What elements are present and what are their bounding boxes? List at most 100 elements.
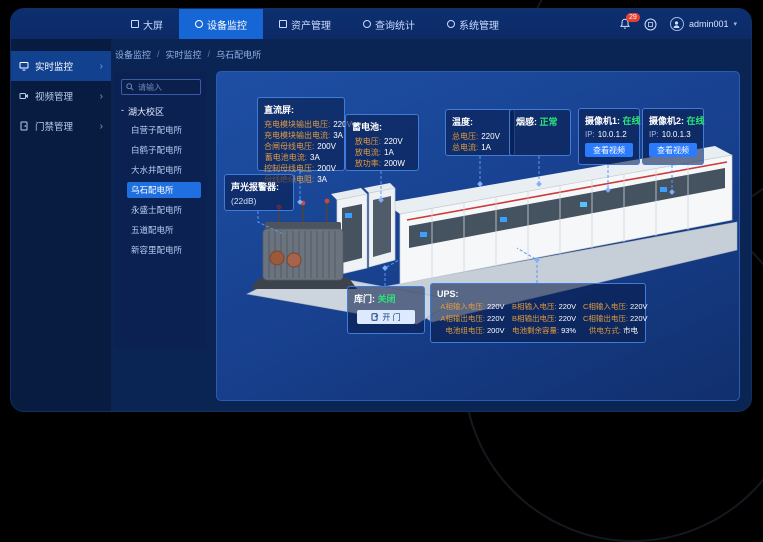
tree-node[interactable]: 永盛士配电所 — [127, 202, 201, 218]
callout-ups: UPS: A相输入电压:220V B相输入电压:220V C相输入电压:220V… — [430, 283, 646, 343]
sidebar-item-video-management[interactable]: 视频管理 › — [11, 81, 111, 111]
metric-value: 3A — [310, 152, 338, 163]
view-video-button[interactable]: 查看视频 — [649, 143, 697, 157]
metric-label: 蓄电池电流: — [264, 152, 307, 163]
tab-label: 设备监控 — [207, 17, 247, 32]
video-icon — [19, 91, 29, 101]
callout-camera-2: 摄像机2: 在线 IP:10.0.1.3 查看视频 — [642, 108, 704, 165]
username: admin001 — [689, 19, 729, 29]
metric-label: A相输出电压: — [437, 314, 485, 324]
metric-value: 220V — [630, 314, 648, 324]
status-badge: 正常 — [540, 117, 558, 127]
tab-query-statistics[interactable]: 查询统计 — [347, 9, 431, 39]
metric-label: 放电流: — [352, 147, 381, 158]
ip-value: 10.0.1.2 — [598, 130, 627, 139]
metric-label: A相输入电压: — [437, 302, 485, 312]
collapse-icon: - — [121, 105, 124, 118]
metric-label: 总电压: — [452, 131, 478, 142]
tab-device-monitoring[interactable]: 设备监控 — [179, 9, 263, 39]
tree-root-node[interactable]: - 湖大校区 — [121, 105, 201, 118]
breadcrumb: 设备监控 / 实时监控 / 乌石配电所 — [115, 43, 261, 65]
left-sidebar: 实时监控 › 视频管理 › 门禁管理 › — [11, 39, 111, 411]
sidebar-item-access-control[interactable]: 门禁管理 › — [11, 111, 111, 141]
tab-system-management[interactable]: 系统管理 — [431, 9, 515, 39]
notification-badge: 29 — [626, 13, 640, 22]
chevron-right-icon: › — [100, 91, 103, 102]
monitor-icon — [195, 20, 203, 28]
metric-value: 200V — [317, 141, 338, 152]
metric-label: 控制母线电压: — [264, 163, 314, 174]
callout-title: 摄像机2: — [649, 116, 684, 126]
metric-value: 220V — [487, 302, 509, 312]
callout-dc-panel: 直流屏: 充电模块输出电压:220V 充电模块输出电流:3A 合闸母线电压:20… — [257, 97, 345, 171]
callout-camera-1: 摄像机1: 在线 IP:10.0.1.2 查看视频 — [578, 108, 640, 165]
metric-label: 电池剩余容量: — [512, 326, 559, 336]
sidebar-item-realtime-monitoring[interactable]: 实时监控 › — [11, 51, 111, 81]
ups-grid: A相输入电压:220V B相输入电压:220V C相输入电压:220V A相输出… — [437, 302, 639, 336]
status-badge: 在线 — [623, 116, 641, 126]
callout-title: 蓄电池: — [352, 120, 412, 133]
top-nav-tabs: 大屏 设备监控 资产管理 查询统计 系统管理 — [115, 9, 515, 39]
substation-3d-panel: 直流屏: 充电模块输出电压:220V 充电模块输出电流:3A 合闸母线电压:20… — [216, 71, 740, 401]
sidebar-item-label: 门禁管理 — [35, 119, 94, 133]
callout-title: 直流屏: — [264, 103, 338, 116]
tab-asset-management[interactable]: 资产管理 — [263, 9, 347, 39]
breadcrumb-item[interactable]: 乌石配电所 — [216, 48, 261, 61]
sidebar-item-label: 视频管理 — [35, 89, 94, 103]
ip-value: 10.0.1.3 — [662, 130, 691, 139]
metric-label: 放功率: — [352, 158, 381, 169]
search-icon — [126, 83, 134, 91]
metric-value: 220V — [384, 136, 412, 147]
system-icon — [447, 20, 455, 28]
breadcrumb-item[interactable]: 实时监控 — [166, 48, 202, 61]
metric-label: 总电流: — [452, 142, 478, 153]
callout-battery: 蓄电池: 放电压:220V 放电流:1A 放功率:200W — [345, 114, 419, 171]
top-nav-bar: 大屏 设备监控 资产管理 查询统计 系统管理 — [11, 9, 751, 39]
metric-value: 200V — [317, 163, 338, 174]
tree-node[interactable]: 大水井配电所 — [127, 162, 201, 178]
tab-label: 系统管理 — [459, 17, 499, 32]
breadcrumb-separator: / — [157, 49, 160, 59]
metric-label: B相输入电压: — [512, 302, 557, 312]
metric-value: 220V — [559, 314, 580, 324]
ip-label: IP: — [649, 130, 659, 139]
breadcrumb-separator: / — [208, 49, 211, 59]
tree-node[interactable]: 白营子配电所 — [127, 122, 201, 138]
metric-value: 3A — [333, 130, 343, 141]
status-badge: 关闭 — [378, 294, 396, 304]
callout-temperature: 温度: 总电压:220V 总电流:1A — [445, 109, 515, 156]
topbar-actions: 29 admin001 ▾ — [619, 9, 737, 39]
view-video-button[interactable]: 查看视频 — [585, 143, 633, 157]
open-door-icon — [371, 313, 379, 321]
tree-node[interactable]: 白鹤子配电所 — [127, 142, 201, 158]
metric-label: 充电模块输出电流: — [264, 130, 330, 141]
station-tree-panel: - 湖大校区 白营子配电所 白鹤子配电所 大水井配电所 乌石配电所 永盛士配电所… — [115, 71, 207, 349]
metric-value: 200W — [384, 158, 412, 169]
metric-label: C相输入电压: — [583, 302, 628, 312]
tree-node[interactable]: 五道配电所 — [127, 222, 201, 238]
asset-icon — [279, 20, 287, 28]
metric-value: 220V — [630, 302, 648, 312]
metric-value: 220V — [481, 131, 508, 142]
tree-node[interactable]: 新容里配电所 — [127, 242, 201, 258]
callout-sound-light-alarm: 声光报警器: (22dB) — [224, 174, 294, 211]
callout-title: UPS: — [437, 289, 639, 299]
metric-value: 市电 — [623, 326, 645, 336]
fullscreen-icon[interactable] — [644, 18, 657, 31]
callout-title: 烟感: — [516, 117, 537, 127]
breadcrumb-item[interactable]: 设备监控 — [115, 48, 151, 61]
metric-value: 1A — [481, 142, 508, 153]
callout-title: 温度: — [452, 115, 508, 128]
metric-label: C相输出电压: — [583, 314, 628, 324]
open-door-button[interactable]: 开 门 — [357, 310, 415, 324]
chevron-right-icon: › — [100, 121, 103, 132]
avatar — [670, 17, 684, 31]
notifications-button[interactable]: 29 — [619, 18, 631, 30]
screen-icon — [131, 20, 139, 28]
user-menu[interactable]: admin001 ▾ — [670, 17, 737, 31]
tree-search — [121, 79, 201, 95]
tree-node-selected[interactable]: 乌石配电所 — [127, 182, 201, 198]
callout-title: 声光报警器: — [231, 180, 287, 193]
search-input[interactable] — [138, 83, 196, 92]
tab-dashboard[interactable]: 大屏 — [115, 9, 179, 39]
